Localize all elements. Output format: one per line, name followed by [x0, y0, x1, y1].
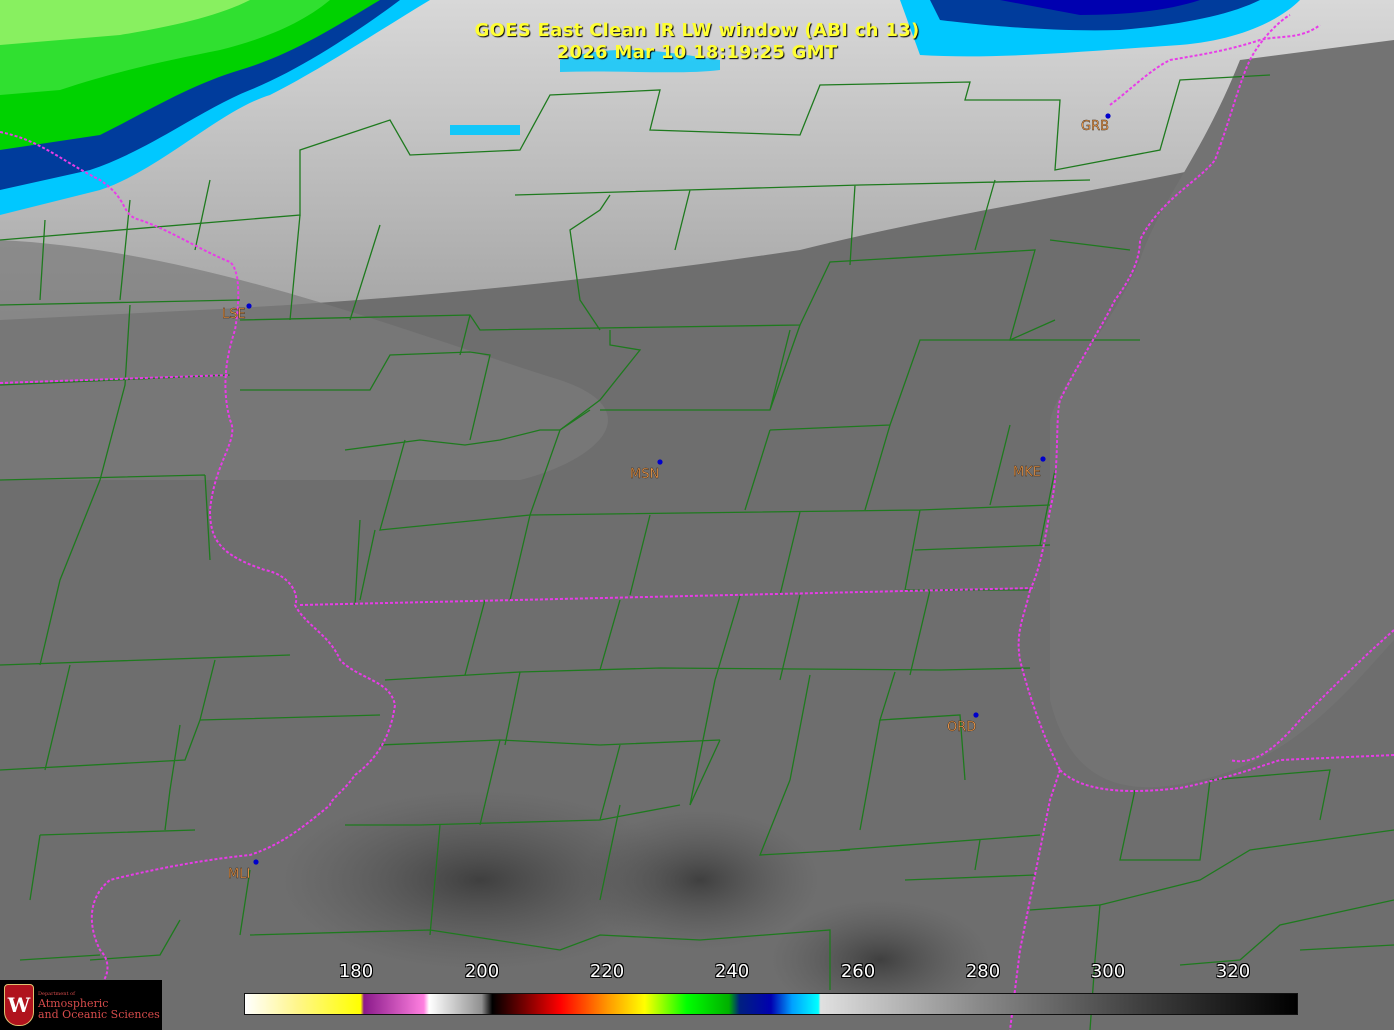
station-label-lse: LSE [222, 307, 246, 322]
station-label-grb: GRB [1081, 119, 1109, 134]
station-label-mke: MKE [1013, 465, 1041, 480]
colorbar-tick-260: 260 [840, 961, 876, 982]
colorbar-tick-320: 320 [1215, 961, 1251, 982]
title-product: GOES East Clean IR LW window (ABI ch 13) [474, 20, 920, 41]
logo-line2: and Oceanic Sciences [38, 1007, 160, 1021]
map-title: GOES East Clean IR LW window (ABI ch 13)… [0, 20, 1394, 64]
uw-crest-icon: W [4, 984, 34, 1026]
station-label-msn: MSN [630, 467, 659, 482]
aos-logo: W Department of Atmospheric and Oceanic … [0, 980, 162, 1030]
title-datetime: 2026 Mar 10 18:19:25 GMT [556, 42, 838, 63]
colorbar-tick-220: 220 [589, 961, 625, 982]
satellite-map: GRB LSE MSN MKE ORD MLI [0, 0, 1394, 1030]
temperature-colorbar [244, 993, 1298, 1015]
station-label-mli: MLI [228, 867, 250, 882]
colorbar-tick-200: 200 [464, 961, 500, 982]
station-label-ord: ORD [947, 720, 976, 735]
colorbar-tick-180: 180 [338, 961, 374, 982]
colorbar-tick-300: 300 [1090, 961, 1126, 982]
logo-line1: Atmospheric [38, 996, 109, 1010]
colorbar-tick-280: 280 [965, 961, 1001, 982]
colorbar-tick-240: 240 [714, 961, 750, 982]
